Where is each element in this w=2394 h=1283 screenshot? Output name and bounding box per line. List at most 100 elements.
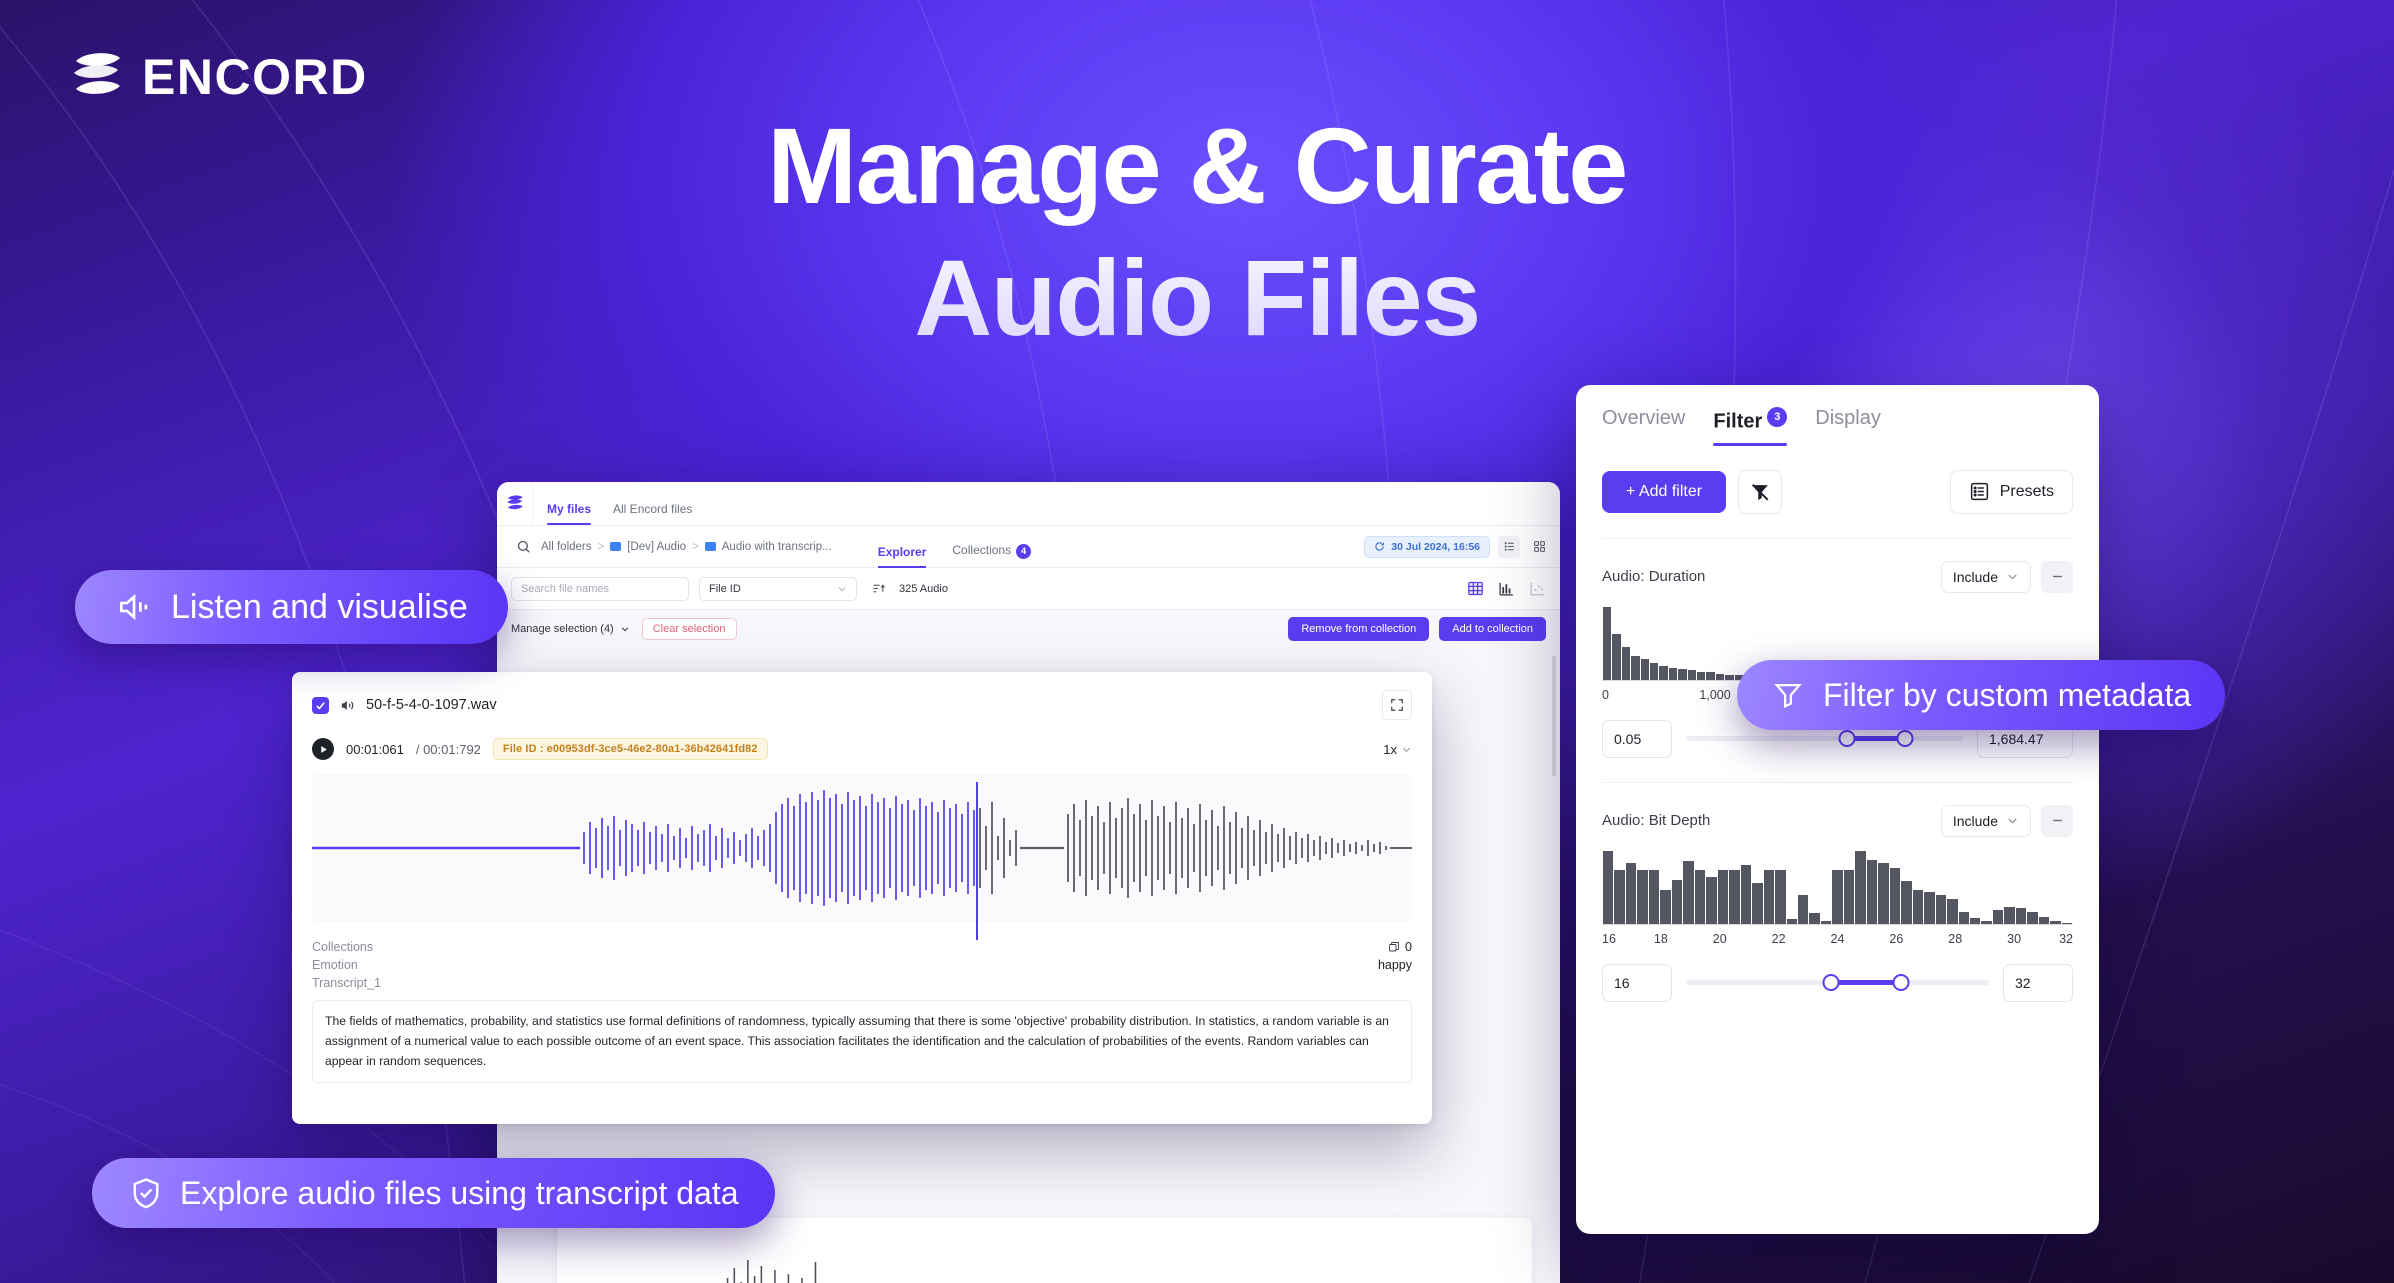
slider-knob-min[interactable] (1822, 974, 1840, 992)
list-view-button[interactable] (1498, 535, 1520, 558)
bit-depth-axis-labels: 16 18 20 22 24 26 28 30 32 (1602, 932, 2073, 948)
breadcrumb-root[interactable]: All folders (541, 541, 592, 553)
grid-view-icon (1533, 541, 1545, 552)
histogram-bar (1981, 921, 1992, 924)
bar-chart-icon[interactable] (1498, 580, 1515, 597)
histogram-bar (1637, 870, 1648, 924)
sort-field-select[interactable]: File ID (699, 576, 857, 601)
sort-direction-button[interactable] (867, 578, 889, 600)
brand-logo[interactable]: ENCORD (70, 48, 368, 106)
axis-tick-label: 24 (1830, 931, 1845, 946)
brand-name: ENCORD (142, 49, 368, 105)
histogram-bar (1843, 870, 1855, 924)
axis-tick-label: 28 (1948, 931, 1963, 946)
manage-selection-label: Manage selection (4) (511, 623, 614, 635)
list-view-icon (1504, 542, 1514, 551)
search-icon-cell[interactable] (505, 539, 541, 554)
add-filter-button[interactable]: + Add filter (1602, 470, 1727, 513)
tab-collections-label: Collections (952, 543, 1012, 558)
tab-filter[interactable]: Filter 3 (1713, 407, 1788, 446)
minus-icon (2052, 819, 2062, 822)
headline-line-1: Manage & Curate (767, 105, 1627, 226)
play-button[interactable] (312, 738, 334, 760)
manage-selection-dropdown[interactable]: Manage selection (4) (511, 623, 630, 635)
remove-from-collection-button[interactable]: Remove from collection (1288, 617, 1430, 641)
slider-knob-max[interactable] (1896, 730, 1914, 748)
histogram-bar (2015, 908, 2027, 924)
axis-tick-label: 30 (2007, 931, 2022, 946)
bit-depth-max-input[interactable]: 32 (2003, 963, 2073, 1002)
folder-icon (704, 542, 716, 551)
audio-file-icon (341, 700, 354, 710)
audio-waveform[interactable] (312, 774, 1412, 940)
axis-tick-label: 0 (1602, 687, 1609, 702)
expand-card-button[interactable] (1382, 690, 1412, 720)
histogram-bar (1752, 883, 1763, 924)
tab-explorer[interactable]: Explorer (877, 544, 927, 568)
encord-logo-icon[interactable] (506, 494, 524, 513)
remove-filter-button[interactable] (2041, 804, 2073, 837)
tab-collections[interactable]: Collections 4 (952, 543, 1032, 567)
slider-knob-min[interactable] (1838, 730, 1856, 748)
histogram-bar (1832, 870, 1843, 924)
breadcrumb-item-2[interactable]: Audio with transcrip... (722, 541, 832, 553)
playhead-cursor[interactable] (976, 782, 978, 940)
tab-explorer-label: Explorer (877, 544, 927, 559)
slider-knob-max[interactable] (1892, 974, 1910, 992)
audio-filename: 50-f-5-4-0-1097.wav (366, 697, 497, 713)
filter-mode-select[interactable]: Include (1940, 804, 2031, 837)
search-input[interactable]: Search file names (511, 576, 689, 601)
table-grid-icon[interactable] (1467, 580, 1484, 597)
search-input-placeholder: Search file names (521, 582, 610, 595)
bit-depth-min-input[interactable]: 16 (1602, 963, 1672, 1002)
chevron-down-icon (838, 586, 846, 591)
clear-selection-button[interactable]: Clear selection (641, 618, 737, 640)
expand-icon (1391, 699, 1403, 711)
histogram-bar (1786, 919, 1797, 924)
clear-filters-button[interactable] (1738, 469, 1783, 514)
app-breadcrumb-row: All folders > [Dev] Audio > Audio with t… (497, 526, 1560, 568)
grid-view-button[interactable] (1528, 536, 1550, 558)
tab-all-encord-files[interactable]: All Encord files (613, 502, 692, 525)
histogram-bar (1660, 890, 1671, 924)
bit-depth-range-slider[interactable] (1686, 964, 1989, 1002)
histogram-bar (1935, 895, 1947, 924)
histogram-bar (1706, 876, 1717, 924)
axis-tick-label: 18 (1653, 931, 1668, 946)
select-file-checkbox[interactable] (312, 696, 329, 714)
histogram-bar (1648, 870, 1660, 924)
histogram-bar (1797, 895, 1809, 924)
remove-filter-button[interactable] (2041, 560, 2073, 593)
app-toolbar-row: Search file names File ID 325 Audio (497, 568, 1560, 610)
playback-speed-dropdown[interactable]: 1x (1383, 742, 1412, 757)
pill-filter-by-custom-metadata: Filter by custom metadata (1737, 660, 2226, 730)
pill-filter-label: Filter by custom metadata (1823, 676, 2192, 713)
last-sync-timestamp[interactable]: 30 Jul 2024, 16:56 (1364, 535, 1490, 558)
view-mode-buttons (1467, 580, 1546, 597)
tab-overview[interactable]: Overview (1602, 407, 1685, 442)
item-count-label: 325 Audio (899, 582, 948, 595)
audio-file-card[interactable]: 50-f-5-4-0-1097.wav 00:01:061 / 00:01:79… (292, 672, 1432, 1124)
presets-button[interactable]: Presets (1949, 469, 2073, 514)
histogram-bar (1820, 920, 1832, 924)
filter-mode-select[interactable]: Include (1940, 560, 2031, 593)
check-icon (316, 701, 325, 710)
bit-depth-histogram (1602, 850, 2073, 925)
funnel-icon (1774, 683, 1802, 709)
scatter-plot-icon[interactable] (1529, 580, 1546, 597)
filter-off-icon (1752, 483, 1769, 501)
duration-min-input[interactable]: 0.05 (1602, 719, 1672, 758)
add-to-collection-button[interactable]: Add to collection (1439, 617, 1546, 641)
file-id-badge[interactable]: File ID : e00953df-3ce5-46e2-80a1-36b426… (492, 738, 768, 760)
metadata-key: Emotion (312, 958, 358, 972)
tab-display[interactable]: Display (1815, 407, 1881, 442)
app-top-tabs: My files All Encord files (533, 482, 692, 525)
shield-check-icon (133, 1178, 159, 1209)
current-time-label: 00:01:061 (346, 741, 404, 757)
tab-my-files[interactable]: My files (547, 502, 592, 525)
content-scrollbar[interactable] (1552, 656, 1556, 776)
histogram-bar (1668, 667, 1678, 680)
axis-tick-label: 22 (1771, 931, 1786, 946)
histogram-bar (1678, 668, 1687, 680)
breadcrumb-item-1[interactable]: [Dev] Audio (627, 541, 686, 553)
